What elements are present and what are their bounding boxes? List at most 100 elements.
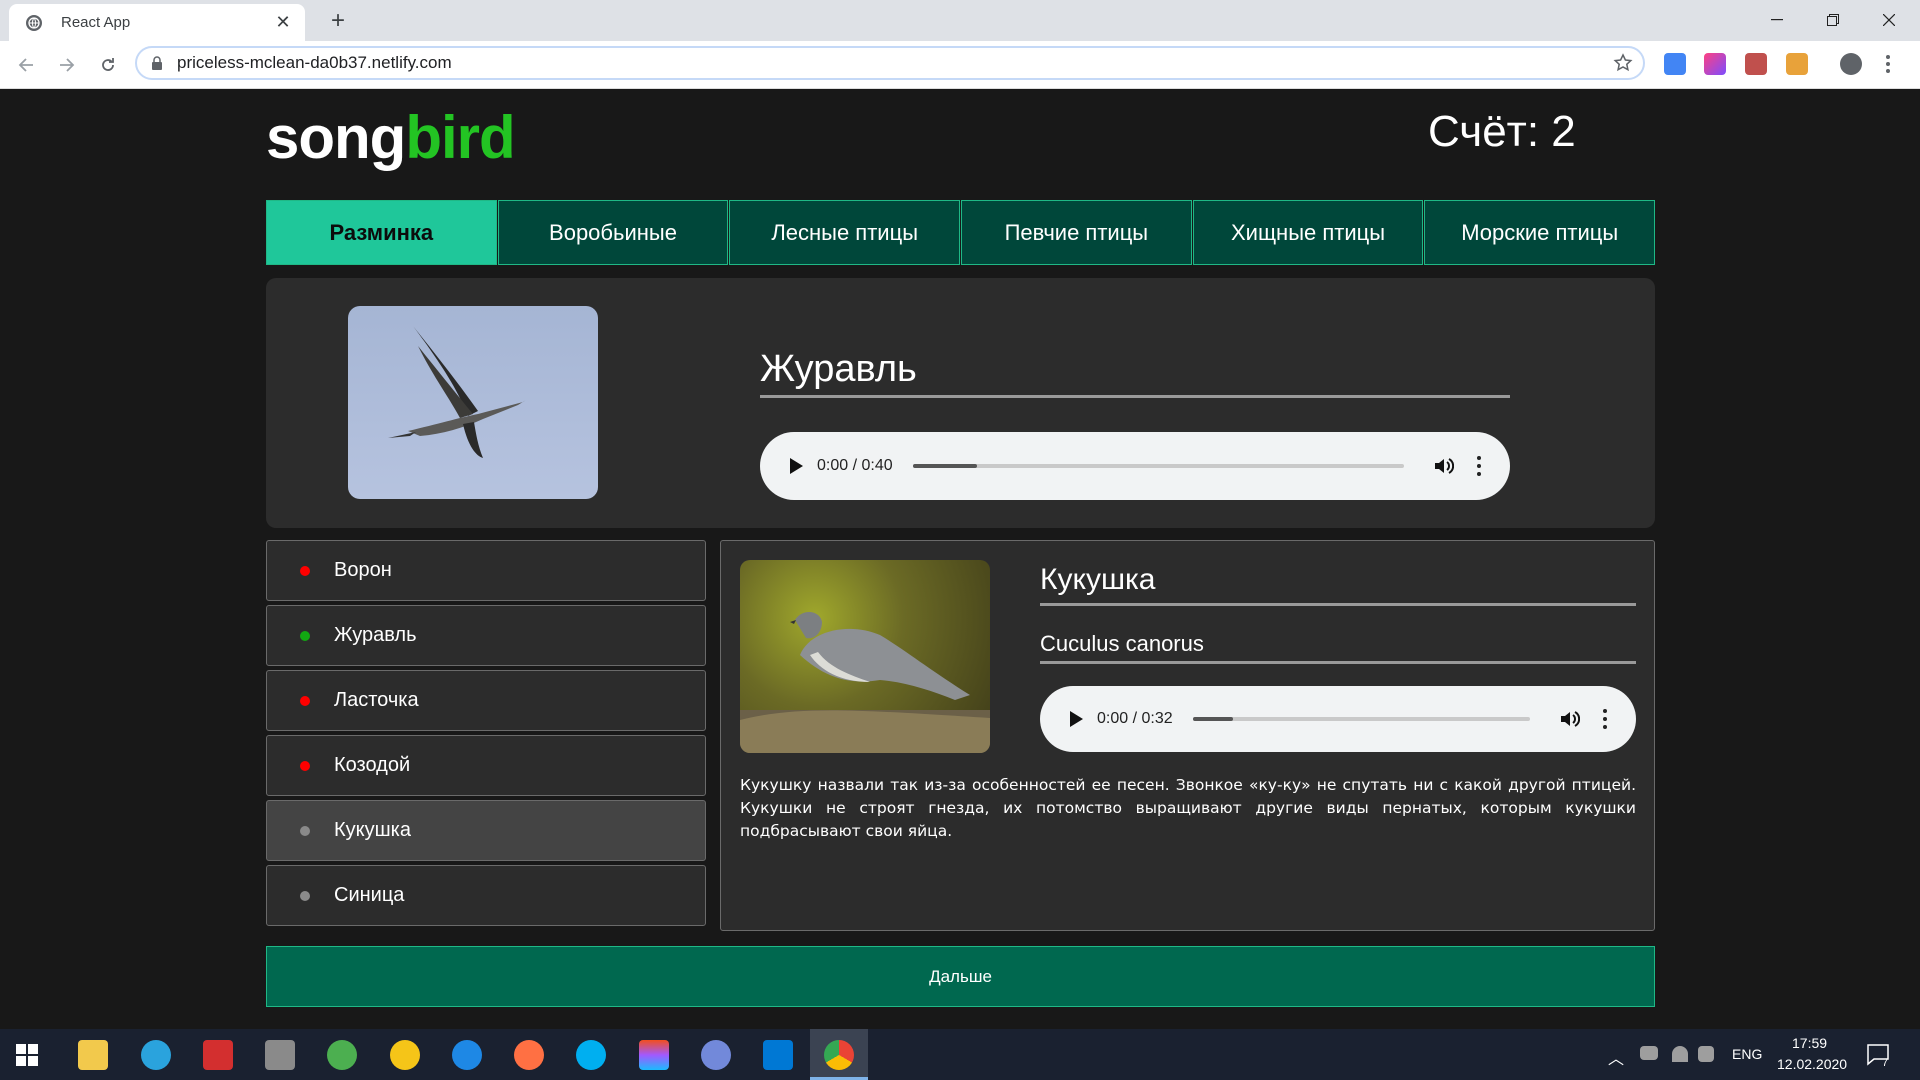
color-extension-icon[interactable] (1704, 53, 1726, 75)
question-audio-player[interactable]: 0:00 / 0:40 (760, 432, 1510, 500)
clock-date[interactable]: 12.02.2020 (1777, 1056, 1847, 1072)
audio-time: 0:00 / 0:40 (817, 457, 893, 474)
torrent-icon[interactable] (327, 1040, 357, 1070)
play-icon[interactable] (1070, 711, 1083, 727)
battery-icon[interactable] (1640, 1046, 1658, 1060)
volume-icon[interactable] (1432, 455, 1454, 477)
detail-audio-player[interactable]: 0:00 / 0:32 (1040, 686, 1636, 752)
answer-item[interactable]: Журавль (266, 605, 706, 666)
new-tab-button[interactable]: + (326, 9, 350, 33)
profile-icon[interactable] (1840, 53, 1862, 75)
tray-chevron-icon[interactable]: ︿ (1608, 1045, 1624, 1069)
tab-forest-birds[interactable]: Лесные птицы (729, 200, 961, 265)
volume-tray-icon[interactable] (1698, 1046, 1714, 1062)
reload-icon[interactable] (94, 51, 122, 79)
audio-progress-bar[interactable] (912, 464, 1404, 468)
audio-progress-bar[interactable] (1192, 717, 1530, 721)
answer-item[interactable]: Козодой (266, 735, 706, 796)
restore-icon[interactable] (1811, 6, 1855, 34)
tab-sea-birds[interactable]: Морские птицы (1424, 200, 1656, 265)
edge-icon[interactable] (452, 1040, 482, 1070)
status-dot (300, 630, 310, 641)
cuckoo-image (740, 560, 990, 753)
tab-birds-of-prey[interactable]: Хищные птицы (1192, 200, 1424, 265)
minimize-icon[interactable] (1755, 6, 1799, 34)
more-options-icon[interactable] (1476, 456, 1482, 476)
score-display: Счёт: 2 (1428, 107, 1576, 156)
browser-tab-bar: React App ✕ + (0, 0, 1920, 41)
address-bar[interactable]: priceless-mclean-da0b37.netlify.com (135, 46, 1645, 80)
browser-tab[interactable]: React App ✕ (9, 4, 305, 41)
answer-label: Журавль (334, 624, 417, 646)
pdf-extension-icon[interactable] (1745, 53, 1767, 75)
calculator-icon[interactable] (265, 1040, 295, 1070)
lock-icon (152, 56, 162, 70)
skype-icon[interactable] (576, 1040, 606, 1070)
detail-description: Кукушку назвали так из-за особенностей е… (740, 776, 1636, 840)
close-window-icon[interactable] (1867, 6, 1911, 34)
back-icon[interactable] (12, 51, 40, 79)
play-icon[interactable] (790, 458, 803, 474)
answer-item[interactable]: Ворон (266, 540, 706, 601)
tab-title: React App (61, 14, 131, 31)
bird-details-panel: Кукушка Cuculus canorus 0:00 / 0:32 Куку… (720, 540, 1655, 931)
taskbar: ︿ ENG 17:59 12.02.2020 7 (0, 1029, 1920, 1080)
more-options-icon[interactable] (1602, 709, 1608, 729)
question-bird-name: Журавль (760, 348, 1510, 398)
url-text: priceless-mclean-da0b37.netlify.com (177, 53, 452, 72)
audio-time: 0:00 / 0:32 (1097, 710, 1173, 727)
status-dot (300, 890, 310, 901)
question-panel: Журавль 0:00 / 0:40 (266, 278, 1655, 528)
forward-icon[interactable] (53, 51, 81, 79)
audio-progress-fill (1192, 717, 1234, 721)
close-tab-icon[interactable]: ✕ (273, 12, 293, 33)
answer-label: Козодой (334, 754, 411, 776)
status-dot (300, 695, 310, 706)
next-button[interactable]: Дальше (266, 946, 1655, 1007)
browser-toolbar: priceless-mclean-da0b37.netlify.com (0, 41, 1920, 89)
answer-label: Ласточка (334, 689, 419, 711)
answer-item[interactable]: Синица (266, 865, 706, 926)
figma-icon[interactable] (639, 1040, 669, 1070)
logo-main: song (266, 104, 406, 171)
volume-icon[interactable] (1558, 708, 1580, 730)
app-container: songbird Счёт: 2 Разминка Воробьиные Лес… (0, 89, 1920, 1029)
answer-label: Кукушка (334, 819, 411, 841)
chrome-icon[interactable] (824, 1040, 854, 1070)
bookmark-star-icon[interactable] (1613, 53, 1633, 73)
answer-item[interactable]: Ласточка (266, 670, 706, 731)
translate-extension-icon[interactable] (1664, 53, 1686, 75)
vscode-icon[interactable] (763, 1040, 793, 1070)
warning-app-icon[interactable] (390, 1040, 420, 1070)
answer-label: Ворон (334, 559, 392, 581)
clock-time[interactable]: 17:59 (1792, 1035, 1827, 1051)
firefox-icon[interactable] (514, 1040, 544, 1070)
logo-accent: bird (405, 104, 515, 171)
download-manager-icon[interactable] (203, 1040, 233, 1070)
file-explorer-icon[interactable] (78, 1040, 108, 1070)
tab-warmup[interactable]: Разминка (266, 200, 497, 265)
wifi-icon[interactable] (1672, 1046, 1688, 1062)
notification-count: 7 (1882, 1057, 1889, 1069)
ruler-extension-icon[interactable] (1786, 53, 1808, 75)
crane-image (348, 306, 598, 499)
windows-start-icon[interactable] (16, 1044, 38, 1066)
category-tabs: Разминка Воробьиные Лесные птицы Певчие … (266, 200, 1656, 265)
logo: songbird (266, 103, 516, 172)
tab-passerines[interactable]: Воробьиные (497, 200, 729, 265)
answer-item[interactable]: Кукушка (266, 800, 706, 861)
status-dot (300, 565, 310, 576)
tab-songbirds[interactable]: Певчие птицы (961, 200, 1192, 265)
audio-progress-fill (912, 464, 977, 468)
language-indicator[interactable]: ENG (1732, 1046, 1762, 1062)
answer-label: Синица (334, 884, 405, 906)
telegram-icon[interactable] (141, 1040, 171, 1070)
discord-icon[interactable] (701, 1040, 731, 1070)
detail-bird-name: Кукушка (1040, 563, 1636, 606)
answers-list: Ворон Журавль Ласточка Козодой Кукушка С… (266, 540, 706, 930)
chrome-menu-icon[interactable] (1885, 53, 1891, 75)
detail-latin-name: Cuculus canorus (1040, 631, 1636, 664)
status-dot (300, 760, 310, 771)
status-dot (300, 825, 310, 836)
globe-icon (26, 14, 42, 31)
